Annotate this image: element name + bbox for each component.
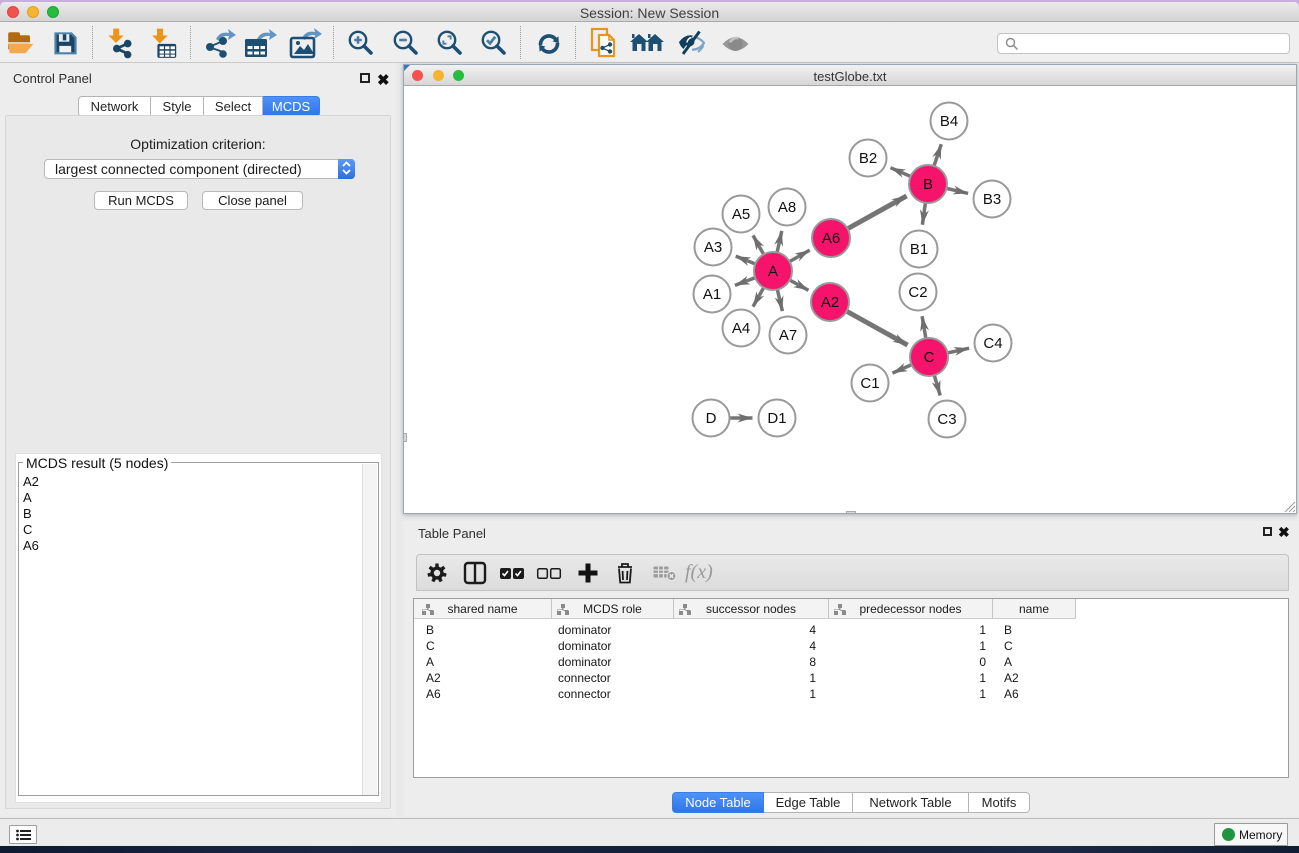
svg-text:B3: B3 (983, 191, 1001, 208)
svg-text:A1: A1 (703, 286, 721, 303)
svg-text:B2: B2 (859, 150, 877, 167)
svg-text:B: B (923, 176, 933, 193)
svg-text:A3: A3 (704, 239, 722, 256)
svg-text:D: D (706, 410, 717, 427)
svg-text:A8: A8 (778, 199, 796, 216)
svg-text:A2: A2 (821, 294, 839, 311)
svg-text:A7: A7 (779, 327, 797, 344)
svg-text:C: C (924, 349, 935, 366)
svg-text:A5: A5 (732, 206, 750, 223)
svg-text:A: A (768, 263, 778, 280)
svg-text:C4: C4 (983, 335, 1002, 352)
svg-text:C2: C2 (908, 284, 927, 301)
svg-text:B1: B1 (910, 241, 928, 258)
svg-text:B4: B4 (940, 113, 958, 130)
svg-text:D1: D1 (767, 410, 786, 427)
svg-text:A4: A4 (732, 320, 750, 337)
svg-text:C3: C3 (937, 411, 956, 428)
svg-text:C1: C1 (860, 375, 879, 392)
svg-text:A6: A6 (822, 230, 840, 247)
